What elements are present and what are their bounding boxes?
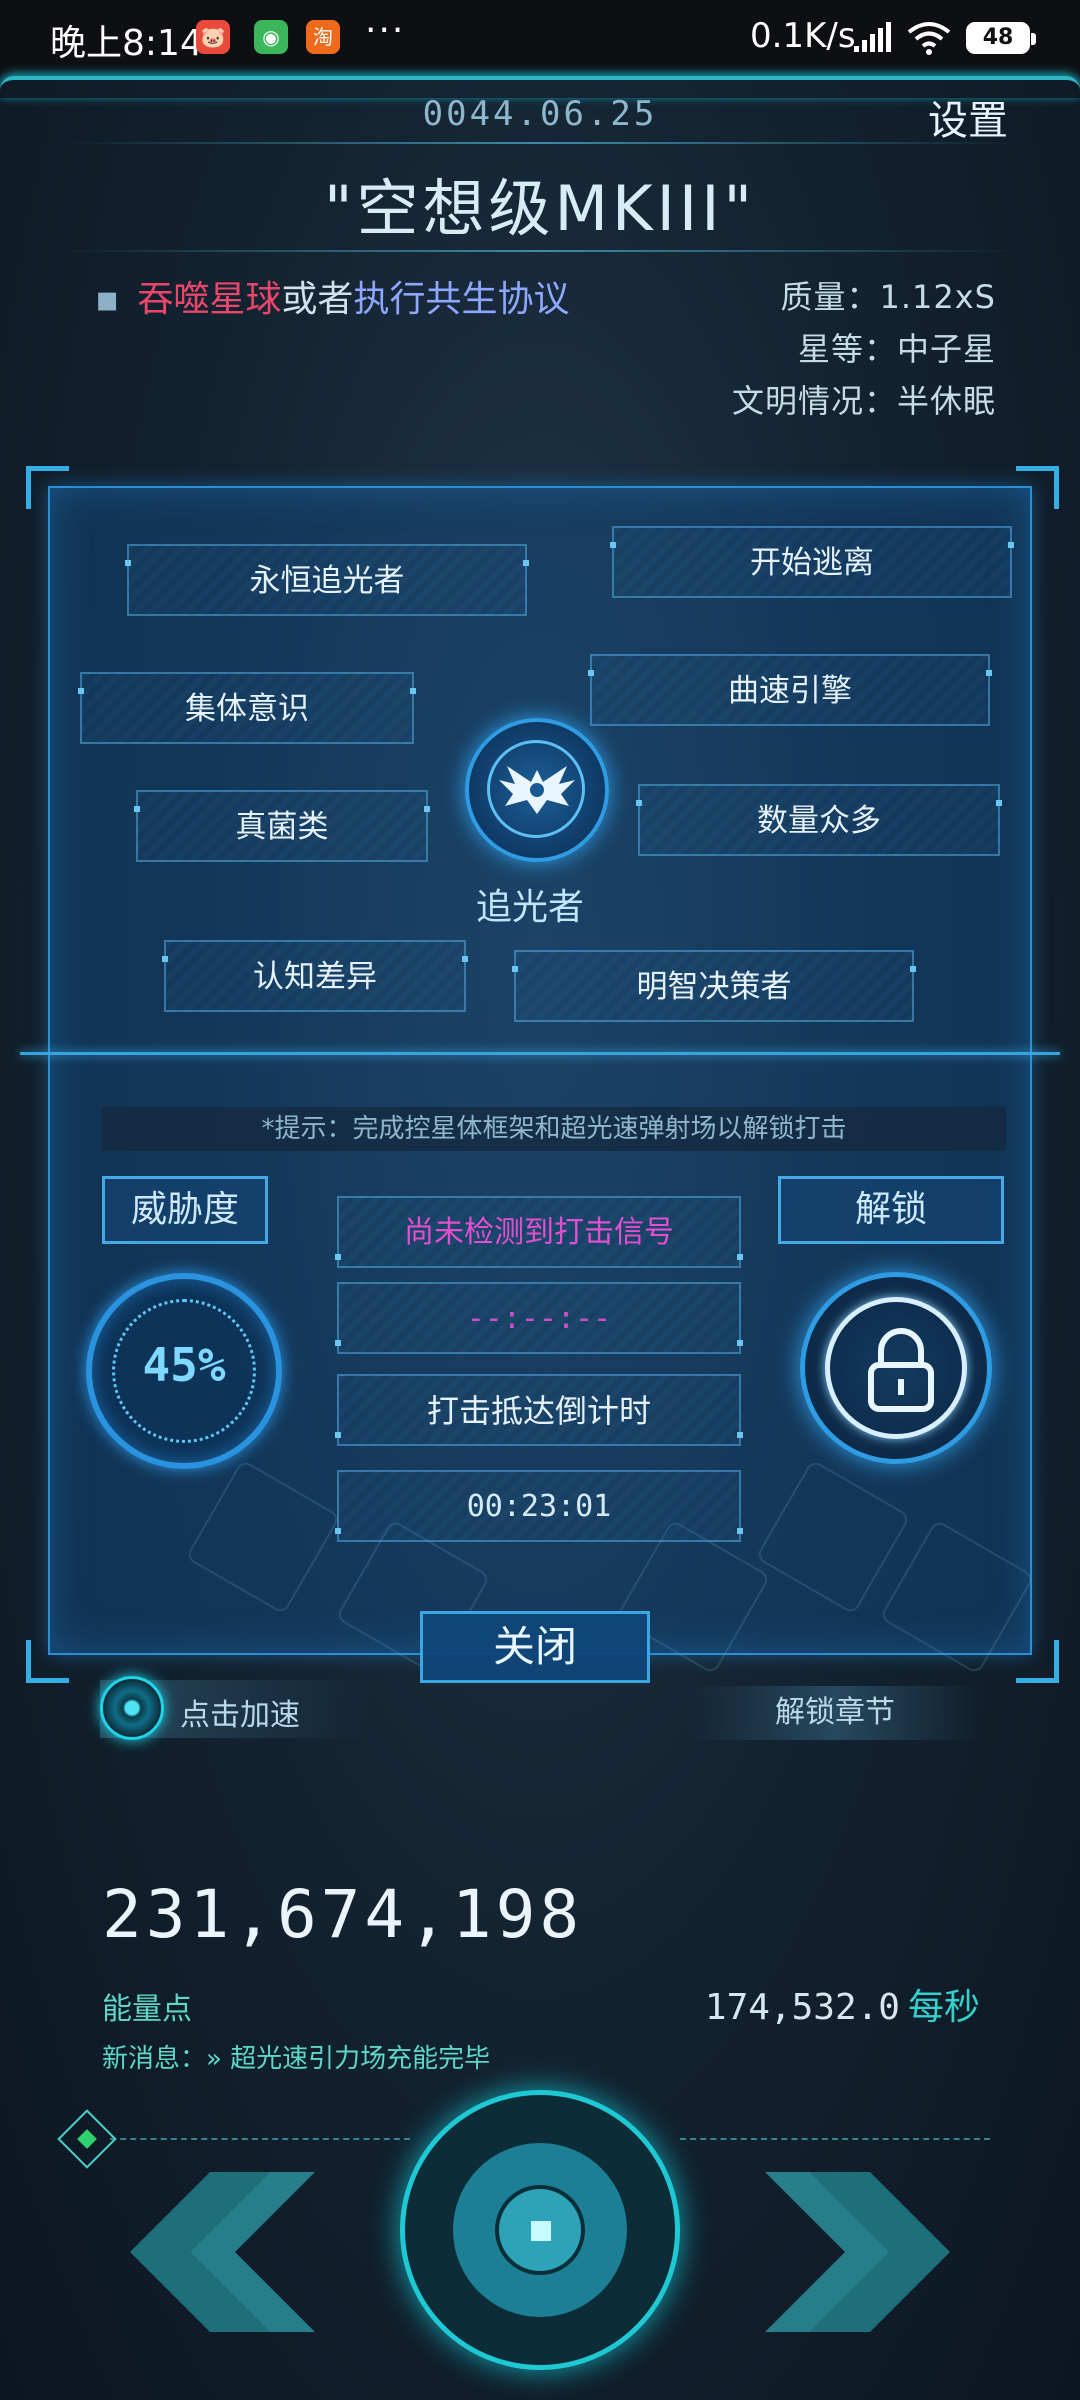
signal-icon (854, 22, 891, 52)
energy-rate-value: 174,532.0 (704, 1987, 900, 2028)
goal-or: 或者 (281, 279, 354, 320)
energy-rate-unit: 每秒 (907, 1987, 980, 2028)
status-bar: 晚上8:14 🐷 ◉ 淘 ··· 0.1K/s 48 (0, 0, 1080, 76)
energy-points-label: 能量点 (102, 1992, 192, 2027)
frame-corner (1016, 466, 1059, 509)
boost-icon (100, 1676, 164, 1740)
taobao-icon: 淘 (306, 20, 340, 54)
more-notifications-icon: ··· (365, 10, 406, 51)
panel-separator (20, 1052, 1060, 1055)
bullet-icon: ▪ (95, 279, 120, 320)
goal-symbiosis: 执行共生协议 (353, 279, 570, 320)
strike-hint: *提示：完成控星体框架和超光速弹射场以解锁打击 (102, 1107, 1006, 1151)
frame-corner (1016, 1640, 1059, 1683)
network-speed: 0.1K/s (750, 16, 856, 56)
divider (60, 250, 1020, 252)
unlock-button[interactable]: 解锁 (778, 1176, 1004, 1244)
civilization-name: 追光者 (475, 887, 584, 928)
threat-value: 45% (142, 1338, 226, 1392)
trait-warp-engine[interactable]: 曲速引擎 (588, 654, 992, 726)
page-title: "空想级MKIII" (323, 172, 757, 245)
goal-devour: 吞噬星球 (137, 279, 282, 320)
boost-button[interactable]: 点击加速 (100, 1676, 370, 1740)
square-icon (531, 2221, 551, 2241)
news-message: 新消息：» 超光速引力场充能完毕 (102, 2044, 491, 2074)
settings-button[interactable]: 设置 (928, 88, 1008, 146)
divider (60, 142, 1020, 144)
main-action-button[interactable] (400, 2090, 680, 2370)
trait-eternal-light-chaser[interactable]: 永恒追光者 (125, 544, 529, 616)
winged-emblem-icon (499, 766, 575, 814)
boost-label: 点击加速 (180, 1698, 300, 1733)
signal-time: --:--:-- (335, 1282, 743, 1354)
trait-wise-decision-maker[interactable]: 明智决策者 (512, 950, 916, 1022)
trait-numerous[interactable]: 数量众多 (636, 784, 1002, 856)
energy-points-value: 231,674,198 (102, 1876, 584, 1953)
trait-start-escape[interactable]: 开始逃离 (610, 526, 1014, 598)
battery-indicator: 48 (966, 22, 1036, 54)
app-notification-icon: 🐷 (196, 20, 230, 54)
energy-rate: 174,532.0 每秒 (705, 1978, 980, 2030)
planet-civilization: 文明情况：半休眠 (731, 382, 996, 420)
countdown-label: 打击抵达倒计时 (335, 1374, 743, 1446)
goal-line: ▪ 吞噬星球或者执行共生协议 (95, 270, 569, 322)
planet-star-class: 星等：中子星 (797, 330, 996, 368)
planet-mass: 质量：1.12xS (780, 278, 996, 316)
unlock-strike-button[interactable] (800, 1272, 992, 1464)
threat-label: 威胁度 (102, 1176, 268, 1244)
unlock-chapter-button[interactable]: 解锁章节 (690, 1686, 980, 1740)
previous-chevron-button[interactable] (100, 2172, 320, 2332)
divider (110, 2138, 410, 2142)
civilization-emblem-icon (465, 718, 609, 862)
app-notification-icon: ◉ (254, 20, 288, 54)
signal-status: 尚未检测到打击信号 (335, 1196, 743, 1268)
frame-corner (26, 466, 69, 509)
trait-cognitive-difference[interactable]: 认知差异 (162, 940, 468, 1012)
diamond-icon (57, 2109, 117, 2169)
countdown-value: 00:23:01 (335, 1470, 743, 1542)
game-date: 0044.06.25 (422, 94, 658, 134)
wifi-icon (907, 22, 951, 55)
frame-corner (26, 1640, 69, 1683)
trait-fungi[interactable]: 真菌类 (134, 790, 430, 862)
status-time: 晚上8:14 (50, 23, 203, 64)
close-button[interactable]: 关闭 (420, 1611, 650, 1683)
trait-collective-consciousness[interactable]: 集体意识 (78, 672, 416, 744)
next-chevron-button[interactable] (760, 2172, 980, 2332)
divider (680, 2138, 990, 2142)
lock-icon (868, 1328, 934, 1412)
